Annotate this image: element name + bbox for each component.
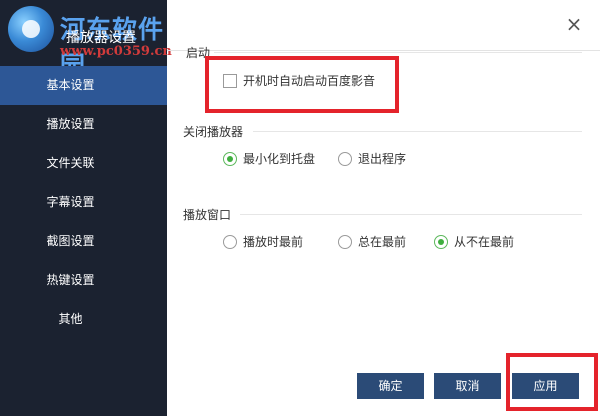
sidebar-item-hotkey-settings[interactable]: 热键设置 bbox=[0, 261, 167, 300]
radio-icon[interactable] bbox=[223, 234, 237, 249]
highlight-annotation bbox=[205, 56, 399, 113]
cancel-button[interactable]: 取消 bbox=[434, 373, 501, 399]
radio-checked-icon[interactable] bbox=[223, 151, 237, 166]
sidebar-nav: 基本设置 播放设置 文件关联 字幕设置 截图设置 热键设置 其他 bbox=[0, 66, 167, 339]
sidebar-item-label: 字幕设置 bbox=[46, 195, 95, 209]
radio-always-on-top[interactable]: 总在最前 bbox=[338, 233, 406, 250]
sidebar-item-label: 基本设置 bbox=[46, 78, 95, 92]
sidebar-item-basic-settings[interactable]: 基本设置 bbox=[0, 66, 167, 105]
radio-minimize-to-tray[interactable]: 最小化到托盘 bbox=[223, 150, 315, 167]
sidebar-item-playback-settings[interactable]: 播放设置 bbox=[0, 105, 167, 144]
radio-label: 最小化到托盘 bbox=[243, 152, 316, 166]
radio-label: 总在最前 bbox=[358, 235, 407, 249]
radio-never-on-top[interactable]: 从不在最前 bbox=[434, 233, 514, 250]
settings-window: 河东软件园 播放器设置 www.pc0359.cn 基本设置 播放设置 文件关联… bbox=[0, 0, 600, 416]
sidebar-item-label: 热键设置 bbox=[46, 273, 95, 287]
radio-icon[interactable] bbox=[338, 234, 352, 249]
radio-label: 从不在最前 bbox=[454, 235, 515, 249]
sidebar-item-screenshot-settings[interactable]: 截图设置 bbox=[0, 222, 167, 261]
section-title-play-window: 播放窗口 bbox=[183, 208, 232, 222]
radio-icon[interactable] bbox=[338, 151, 352, 166]
sidebar-item-label: 播放设置 bbox=[46, 117, 95, 131]
title-area: 河东软件园 播放器设置 www.pc0359.cn bbox=[0, 0, 172, 80]
watermark-logo-icon bbox=[8, 6, 54, 52]
close-icon[interactable]: × bbox=[564, 14, 584, 34]
highlight-annotation bbox=[506, 353, 598, 411]
section-divider bbox=[240, 214, 582, 215]
sidebar-item-file-association[interactable]: 文件关联 bbox=[0, 144, 167, 183]
sidebar-item-label: 其他 bbox=[58, 312, 83, 326]
watermark-url: www.pc0359.cn bbox=[60, 44, 172, 59]
radio-label: 退出程序 bbox=[358, 152, 407, 166]
section-title-close-player: 关闭播放器 bbox=[183, 125, 244, 139]
ok-button[interactable]: 确定 bbox=[357, 373, 424, 399]
sidebar-item-subtitle-settings[interactable]: 字幕设置 bbox=[0, 183, 167, 222]
radio-exit-program[interactable]: 退出程序 bbox=[338, 150, 406, 167]
sidebar-item-label: 截图设置 bbox=[46, 234, 95, 248]
sidebar-item-other[interactable]: 其他 bbox=[0, 300, 167, 339]
sidebar-item-label: 文件关联 bbox=[46, 156, 95, 170]
radio-label: 播放时最前 bbox=[243, 235, 304, 249]
sidebar: 河东软件园 播放器设置 www.pc0359.cn 基本设置 播放设置 文件关联… bbox=[0, 0, 172, 416]
radio-checked-icon[interactable] bbox=[434, 234, 448, 249]
section-divider bbox=[253, 131, 582, 132]
header-divider bbox=[167, 50, 600, 51]
radio-top-while-playing[interactable]: 播放时最前 bbox=[223, 233, 303, 250]
section-divider bbox=[214, 52, 582, 53]
